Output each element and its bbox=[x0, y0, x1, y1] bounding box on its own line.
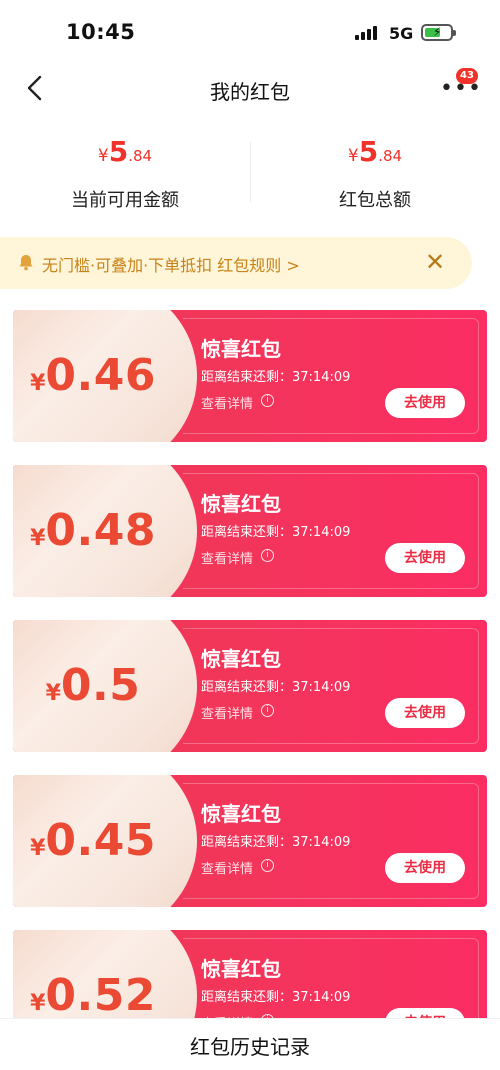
coupon-amount: 0.46 bbox=[45, 350, 156, 401]
close-icon[interactable]: ✕ bbox=[422, 249, 448, 275]
use-button[interactable]: 去使用 bbox=[385, 388, 465, 418]
info-icon[interactable]: i bbox=[261, 549, 274, 562]
coupon-countdown: 距离结束还剩：37:14:09 bbox=[201, 370, 351, 385]
page-title: 我的红包 bbox=[210, 80, 290, 104]
coupon-title: 惊喜红包 bbox=[201, 647, 281, 671]
amount-decimal: .84 bbox=[378, 147, 403, 165]
notice-bar[interactable]: 无门槛·可叠加·下单抵扣 红包规则 > ✕ bbox=[0, 237, 472, 289]
status-bar: 10:45 5G ⚡ bbox=[0, 0, 500, 62]
bell-icon bbox=[19, 255, 33, 271]
more-dots-icon: ••• bbox=[440, 76, 482, 101]
coupon-card: ¥0.45 惊喜红包 距离结束还剩：37:14:09 查看详情 i 去使用 bbox=[13, 775, 487, 907]
coupon-value: ¥0.45 bbox=[13, 775, 173, 907]
available-amount: ¥5.84 bbox=[0, 130, 250, 174]
coupon-value: ¥0.46 bbox=[13, 310, 173, 442]
coupon-countdown: 距离结束还剩：37:14:09 bbox=[201, 680, 351, 695]
battery-icon: ⚡ bbox=[421, 24, 456, 41]
bottom-bar: 红包历史记录 bbox=[0, 1018, 500, 1070]
available-label: 当前可用金额 bbox=[71, 190, 179, 211]
total-label: 红包总额 bbox=[339, 190, 411, 211]
coupon-details-link[interactable]: 查看详情 bbox=[201, 393, 253, 412]
status-time: 10:45 bbox=[66, 20, 136, 44]
coupon-details-link[interactable]: 查看详情 bbox=[201, 858, 253, 877]
coupon-amount: 0.52 bbox=[45, 970, 156, 1021]
use-button[interactable]: 去使用 bbox=[385, 853, 465, 883]
currency-symbol: ¥ bbox=[30, 371, 46, 396]
coupon-value: ¥0.48 bbox=[13, 465, 173, 597]
use-button[interactable]: 去使用 bbox=[385, 543, 465, 573]
coupon-card: ¥0.5 惊喜红包 距离结束还剩：37:14:09 查看详情 i 去使用 bbox=[13, 620, 487, 752]
amount-integer: 5 bbox=[108, 135, 129, 168]
coupon-amount: 0.48 bbox=[45, 505, 156, 556]
amount-decimal: .84 bbox=[128, 147, 153, 165]
currency-symbol: ¥ bbox=[30, 991, 46, 1016]
coupon-card: ¥0.48 惊喜红包 距离结束还剩：37:14:09 查看详情 i 去使用 bbox=[13, 465, 487, 597]
coupon-title: 惊喜红包 bbox=[201, 492, 281, 516]
use-button[interactable]: 去使用 bbox=[385, 698, 465, 728]
coupon-title: 惊喜红包 bbox=[201, 957, 281, 981]
signal-icon bbox=[355, 26, 381, 40]
total-balance: ¥5.84 红包总额 bbox=[250, 130, 500, 212]
info-icon[interactable]: i bbox=[261, 704, 274, 717]
network-label: 5G bbox=[389, 24, 414, 43]
history-link[interactable]: 红包历史记录 bbox=[0, 1031, 500, 1060]
coupon-title: 惊喜红包 bbox=[201, 337, 281, 361]
coupon-countdown: 距离结束还剩：37:14:09 bbox=[201, 990, 351, 1005]
currency-symbol: ¥ bbox=[30, 526, 46, 551]
coupon-amount: 0.45 bbox=[45, 815, 156, 866]
balance-summary: ¥5.84 当前可用金额 ¥5.84 红包总额 bbox=[0, 130, 500, 225]
coupon-amount: 0.5 bbox=[60, 660, 141, 711]
currency-symbol: ¥ bbox=[45, 681, 61, 706]
nav-bar: 我的红包 ••• bbox=[0, 62, 500, 116]
notification-badge: 43 bbox=[456, 68, 478, 84]
coupon-details-link[interactable]: 查看详情 bbox=[201, 548, 253, 567]
total-amount: ¥5.84 bbox=[250, 130, 500, 174]
coupon-countdown: 距离结束还剩：37:14:09 bbox=[201, 525, 351, 540]
coupon-value: ¥0.5 bbox=[13, 620, 173, 752]
currency-symbol: ¥ bbox=[97, 146, 109, 166]
coupon-countdown: 距离结束还剩：37:14:09 bbox=[201, 835, 351, 850]
coupon-details-link[interactable]: 查看详情 bbox=[201, 703, 253, 722]
info-icon[interactable]: i bbox=[261, 859, 274, 872]
notice-text[interactable]: 无门槛·可叠加·下单抵扣 红包规则 > bbox=[42, 252, 300, 276]
coupon-title: 惊喜红包 bbox=[201, 802, 281, 826]
currency-symbol: ¥ bbox=[30, 836, 46, 861]
currency-symbol: ¥ bbox=[347, 146, 359, 166]
available-balance: ¥5.84 当前可用金额 bbox=[0, 130, 250, 212]
info-icon[interactable]: i bbox=[261, 394, 274, 407]
coupon-card: ¥0.46 惊喜红包 距离结束还剩：37:14:09 查看详情 i 去使用 bbox=[13, 310, 487, 442]
amount-integer: 5 bbox=[358, 135, 379, 168]
